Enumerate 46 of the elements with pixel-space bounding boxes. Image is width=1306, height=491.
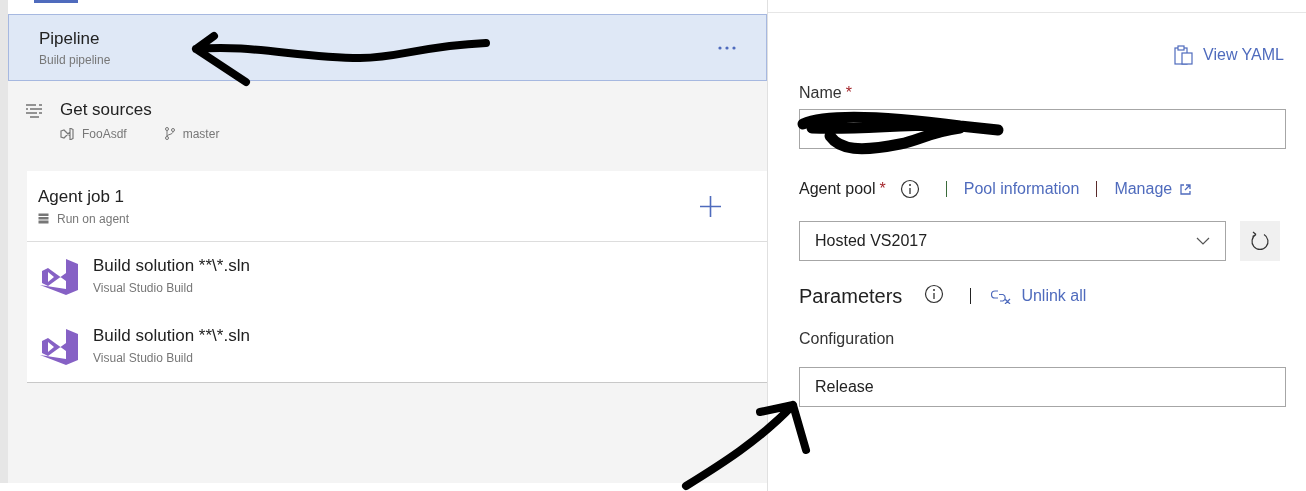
refresh-button[interactable] — [1240, 221, 1280, 261]
info-icon[interactable] — [899, 179, 920, 199]
agent-pool-label: Agent pool — [799, 179, 876, 199]
server-icon — [38, 213, 49, 225]
add-icon[interactable] — [700, 195, 721, 217]
task-subtitle: Visual Studio Build — [93, 349, 194, 367]
pool-information-link[interactable]: Pool information — [963, 177, 1080, 201]
visual-studio-icon — [60, 127, 74, 140]
agent-pool-dropdown[interactable]: Hosted VS2017 — [799, 221, 1226, 261]
task-item[interactable]: Build solution **\*.sln Visual Studio Build — [27, 242, 767, 312]
task-subtitle: Visual Studio Build — [93, 279, 194, 297]
chevron-down-icon — [1196, 237, 1210, 245]
task-item[interactable]: Build solution **\*.sln Visual Studio Build — [27, 312, 767, 382]
unlink-all-link[interactable]: Unlink all — [991, 284, 1087, 308]
list-icon — [25, 103, 43, 119]
visual-studio-icon — [38, 257, 78, 297]
agent-job-subtitle: Run on agent — [57, 210, 130, 228]
view-yaml-link[interactable]: View YAML — [1174, 43, 1284, 67]
tab-indicator — [34, 0, 78, 3]
repository-name: FooAsdf — [82, 125, 127, 143]
agent-job-item[interactable]: Agent job 1 Run on agent — [27, 171, 767, 242]
manage-link[interactable]: Manage — [1114, 177, 1173, 201]
required-mark: * — [879, 179, 886, 199]
more-icon[interactable] — [718, 45, 736, 50]
agent-job-title: Agent job 1 — [38, 186, 125, 209]
pipeline-subtitle: Build pipeline — [39, 52, 111, 70]
visual-studio-icon — [38, 327, 78, 367]
pipeline-item[interactable]: Pipeline Build pipeline — [8, 14, 767, 81]
configuration-label: Configuration — [799, 329, 896, 349]
external-link-icon[interactable] — [1180, 183, 1192, 195]
pipeline-title: Pipeline — [39, 27, 101, 50]
get-sources-title: Get sources — [60, 99, 153, 121]
required-mark: * — [845, 83, 852, 103]
get-sources-item[interactable]: Get sources FooAsdf master — [8, 81, 767, 171]
branch-name: master — [182, 125, 220, 143]
refresh-icon — [1250, 231, 1270, 251]
configuration-field[interactable]: Release — [799, 367, 1286, 407]
task-title: Build solution **\*.sln — [93, 325, 250, 348]
clipboard-icon — [1174, 45, 1194, 65]
info-icon[interactable] — [924, 284, 945, 304]
parameters-heading: Parameters — [799, 284, 903, 309]
name-field[interactable] — [799, 109, 1286, 149]
branch-icon — [164, 127, 175, 140]
task-title: Build solution **\*.sln — [93, 255, 250, 278]
name-label: Name — [799, 83, 842, 103]
unlink-icon — [991, 288, 1013, 304]
